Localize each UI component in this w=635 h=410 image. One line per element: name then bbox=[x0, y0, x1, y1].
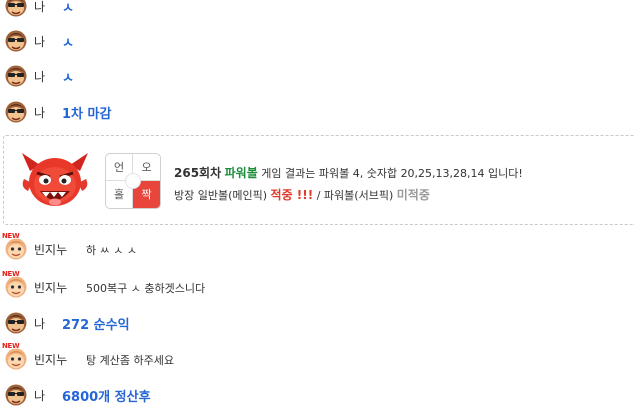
chat-message: ㅅ bbox=[62, 1, 74, 16]
red-devil-icon bbox=[22, 153, 88, 206]
nickname[interactable]: 나 bbox=[34, 33, 45, 50]
nickname[interactable]: 나 bbox=[34, 315, 45, 332]
chat-message: 탕 계산좀 하주세요 bbox=[86, 354, 174, 367]
nickname[interactable]: 빈지누 bbox=[34, 241, 67, 258]
chat-row: NEW 빈지누 탕 계산좀 하주세요 bbox=[0, 342, 635, 374]
miss-status: 미적중 bbox=[396, 188, 430, 202]
chat-row: NEW 빈지누 하 ㅆ ㅅ ㅅ bbox=[0, 232, 635, 264]
chat-row: 나 ㅅ bbox=[0, 61, 635, 91]
sub-pick-label: / 파워볼(서브픽) bbox=[316, 189, 394, 202]
new-badge: NEW bbox=[2, 232, 20, 240]
user-avatar-icon[interactable] bbox=[4, 382, 28, 406]
main-pick-label: 방장 일반볼(메인픽) bbox=[174, 189, 268, 202]
chat-message: 6800개 정산후 bbox=[62, 390, 151, 405]
user-avatar-icon[interactable] bbox=[4, 28, 28, 52]
nickname[interactable]: 빈지누 bbox=[34, 351, 67, 368]
round-number: 265회차 bbox=[174, 166, 222, 180]
result-line-2: 방장 일반볼(메인픽) 적중 !!! / 파워볼(서브픽) 미적중 bbox=[174, 186, 430, 203]
chat-row: 나 272 순수익 bbox=[0, 308, 635, 338]
result-line-1: 265회차 파워볼 게임 결과는 파워볼 4, 숫자합 20,25,13,28,… bbox=[174, 164, 523, 181]
game-result-card: 언 오 홀 짝 265회차 파워볼 게임 결과는 파워볼 4, 숫자합 20,2… bbox=[3, 135, 635, 225]
chat-row: 나 ㅅ bbox=[0, 26, 635, 56]
nickname[interactable]: 나 bbox=[34, 68, 45, 85]
hit-status: 적중 !!! bbox=[270, 188, 314, 202]
nickname[interactable]: 나 bbox=[34, 104, 45, 121]
user-avatar-icon[interactable] bbox=[4, 99, 28, 123]
nickname[interactable]: 빈지누 bbox=[34, 279, 67, 296]
new-badge: NEW bbox=[2, 342, 20, 350]
chat-row: 나 1차 마감 bbox=[0, 97, 635, 127]
user-avatar-icon[interactable] bbox=[4, 0, 28, 17]
ladder-center-dot bbox=[125, 173, 141, 189]
chat-row: 나 ㅅ bbox=[0, 0, 635, 21]
game-name: 파워볼 bbox=[224, 166, 258, 180]
chat-message: 500복구 ㅅ 충하겟스니다 bbox=[86, 282, 206, 295]
user-avatar-icon[interactable] bbox=[4, 63, 28, 87]
nickname[interactable]: 나 bbox=[34, 0, 45, 15]
chat-row: 나 6800개 정산후 bbox=[0, 380, 635, 410]
chat-row: NEW 빈지누 500복구 ㅅ 충하겟스니다 bbox=[0, 270, 635, 302]
chat-message: ㅅ bbox=[62, 71, 74, 86]
user-avatar-icon[interactable] bbox=[4, 310, 28, 334]
result-sentence: 게임 결과는 파워볼 4, 숫자합 20,25,13,28,14 입니다! bbox=[261, 167, 523, 180]
odd-even-ladder-widget: 언 오 홀 짝 bbox=[105, 153, 161, 209]
chat-message: 하 ㅆ ㅅ ㅅ bbox=[86, 244, 137, 257]
chat-message: 272 순수익 bbox=[62, 318, 130, 333]
chat-message: 1차 마감 bbox=[62, 107, 112, 122]
nickname[interactable]: 나 bbox=[34, 387, 45, 404]
chat-message: ㅅ bbox=[62, 36, 74, 51]
new-badge: NEW bbox=[2, 270, 20, 278]
